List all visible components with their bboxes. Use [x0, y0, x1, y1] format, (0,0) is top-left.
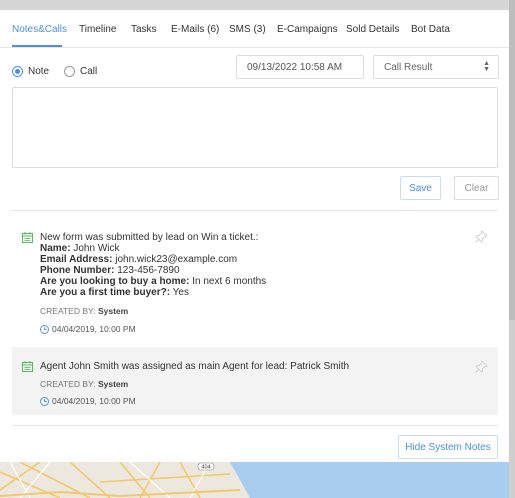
call-radio-label: Call	[80, 66, 98, 77]
field-label: Are you looking to buy a home:	[40, 276, 190, 287]
note-date-value: 04/04/2019, 10:00 PM	[52, 324, 136, 334]
field-value: john.wick23@example.com	[115, 254, 238, 265]
map-image: 404	[0, 462, 509, 498]
lead-activity-panel: Notes&Calls Timeline Tasks E-Mails (6) S…	[0, 10, 509, 462]
note-item: New form was submitted by lead on Win a …	[12, 222, 498, 346]
note-date: 04/04/2019, 10:00 PM	[40, 396, 136, 406]
divider	[12, 425, 498, 426]
field-value: 123-456-7890	[117, 265, 180, 276]
note-date: 04/04/2019, 10:00 PM	[40, 324, 136, 334]
pin-icon[interactable]	[475, 360, 488, 373]
clock-icon	[40, 324, 49, 334]
note-radio-label: Note	[28, 66, 50, 77]
field-value: John Wick	[73, 243, 120, 254]
map-area[interactable]: 404	[0, 462, 509, 498]
created-by-label: CREATED BY:	[40, 379, 96, 389]
created-by-value: System	[97, 379, 129, 389]
note-body: New form was submitted by lead on Win a …	[40, 232, 266, 298]
note-title: Agent John Smith was assigned as main Ag…	[40, 361, 350, 372]
tab-bot-data[interactable]: Bot Data	[411, 24, 450, 35]
tab-tasks[interactable]: Tasks	[131, 24, 157, 35]
created-by: CREATED BY: System	[40, 306, 128, 316]
radio-selected-icon	[12, 66, 23, 77]
field-label: Name:	[40, 243, 71, 254]
datetime-input[interactable]: 09/13/2022 10:58 AM	[236, 55, 364, 79]
note-radio[interactable]: Note	[12, 66, 49, 77]
page-scrollbar[interactable]	[509, 0, 515, 498]
call-result-value: Call Result	[384, 61, 433, 73]
tab-emails[interactable]: E-Mails (6)	[171, 24, 219, 35]
tab-sms[interactable]: SMS (3)	[229, 24, 266, 35]
field-label: Are you a first time buyer?:	[40, 287, 171, 298]
note-date-value: 04/04/2019, 10:00 PM	[52, 396, 136, 406]
field-label: Phone Number:	[40, 265, 115, 276]
calendar-icon	[22, 361, 33, 372]
tab-sold-details[interactable]: Sold Details	[346, 24, 399, 35]
save-button[interactable]: Save	[400, 176, 441, 200]
pin-icon[interactable]	[475, 230, 488, 243]
top-bar	[0, 0, 515, 10]
field-value: Yes	[172, 287, 189, 298]
note-item: Agent John Smith was assigned as main Ag…	[12, 347, 498, 415]
divider	[12, 210, 498, 211]
select-arrows-icon: ▲ ▼	[483, 60, 490, 73]
call-result-select[interactable]: Call Result ▲ ▼	[373, 55, 499, 79]
activity-tabs: Notes&Calls Timeline Tasks E-Mails (6) S…	[0, 10, 509, 48]
radio-unselected-icon	[64, 66, 75, 77]
created-by-value: System	[97, 306, 129, 316]
map-road-label: 404	[201, 465, 210, 471]
note-textarea[interactable]	[12, 87, 498, 168]
tab-timeline[interactable]: Timeline	[79, 24, 116, 35]
clock-icon	[40, 396, 49, 406]
tab-notes-calls[interactable]: Notes&Calls	[12, 24, 67, 35]
active-tab-indicator	[12, 45, 62, 47]
clear-button[interactable]: Clear	[454, 176, 499, 200]
scrollbar-thumb[interactable]	[509, 0, 515, 320]
hide-system-notes-button[interactable]: Hide System Notes	[398, 435, 498, 459]
note-title: New form was submitted by lead on Win a …	[40, 232, 259, 243]
calendar-icon	[22, 232, 33, 243]
tab-e-campaigns[interactable]: E-Campaigns	[277, 24, 338, 35]
field-label: Email Address:	[40, 254, 113, 265]
call-radio[interactable]: Call	[64, 66, 97, 77]
field-value: In next 6 months	[192, 276, 267, 287]
created-by-label: CREATED BY:	[40, 306, 96, 316]
created-by: CREATED BY: System	[40, 379, 128, 389]
